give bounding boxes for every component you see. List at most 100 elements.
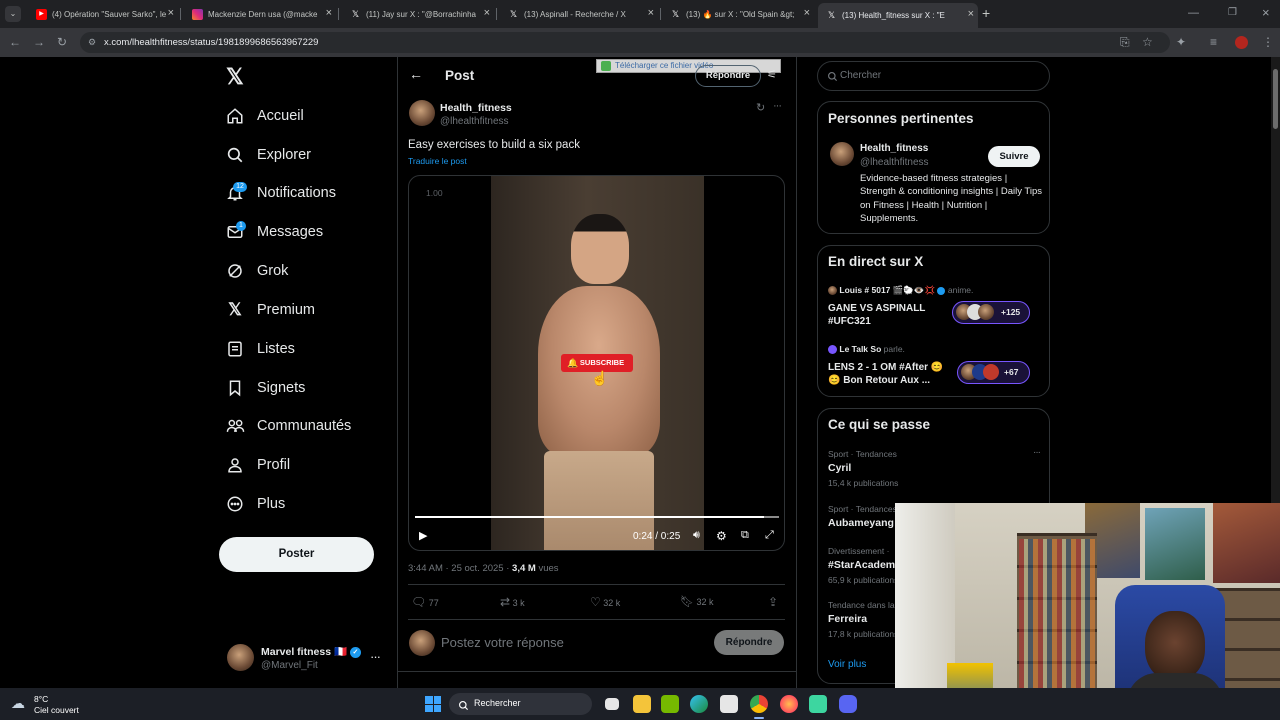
relevant-avatar[interactable] <box>830 142 854 166</box>
browser-tab-active[interactable]: 𝕏 (13) Health_fitness sur X : "E × <box>818 3 978 28</box>
search-icon <box>827 69 838 87</box>
settings-icon[interactable]: ⚙ <box>716 529 727 543</box>
browser-tab[interactable]: 𝕏 (13) Aspinall - Recherche / X × <box>500 4 658 24</box>
discord-icon[interactable] <box>839 695 857 713</box>
account-avatar[interactable] <box>227 644 254 671</box>
listener-avatar <box>978 304 994 320</box>
more-circle-icon <box>225 494 245 514</box>
address-bar[interactable]: ⚙ x.com/lhealthfitness/status/1981899686… <box>80 32 1170 53</box>
firefox-icon[interactable] <box>780 695 798 713</box>
windows-start-icon[interactable] <box>425 696 441 712</box>
relevant-name[interactable]: Health_fitness <box>860 143 928 154</box>
x-icon: 𝕏 <box>509 8 518 19</box>
browser-menu-icon[interactable]: ⋮ <box>1262 35 1274 49</box>
active-app-indicator <box>754 717 764 719</box>
close-tab-icon[interactable]: × <box>484 8 490 19</box>
task-view-icon[interactable] <box>605 698 619 710</box>
browser-tab-strip: ⌄ ▶ (4) Opération "Sauver Sarko", le × M… <box>0 0 1280 28</box>
close-window-icon[interactable]: × <box>1262 5 1270 20</box>
reply-input[interactable]: Postez votre réponse <box>441 635 564 650</box>
translate-post-link[interactable]: Traduire le post <box>408 156 467 166</box>
video-download-icon <box>601 61 611 71</box>
browser-tab[interactable]: ▶ (4) Opération "Sauver Sarko", le × <box>28 4 178 24</box>
video-progress-fill <box>415 516 765 518</box>
weather-temp[interactable]: 8°C <box>34 694 48 704</box>
forward-arrow-icon[interactable]: → <box>33 35 45 49</box>
sidebar-item-grok[interactable]: Grok <box>225 257 288 285</box>
file-explorer-icon[interactable] <box>633 695 651 713</box>
post-button[interactable]: Poster <box>219 537 374 572</box>
restore-window-icon[interactable]: ❐ <box>1228 7 1237 18</box>
account-menu-icon[interactable]: ··· <box>370 649 381 664</box>
grok-explain-icon[interactable]: ↻ <box>756 101 765 114</box>
reply-action[interactable]: 🗨︎ 77 <box>411 595 439 609</box>
taskbar-search[interactable]: Rechercher <box>449 693 592 715</box>
x-logo-icon[interactable]: 𝕏 <box>226 65 244 89</box>
profile-avatar-icon[interactable] <box>1235 36 1248 49</box>
site-info-icon[interactable]: ⚙ <box>88 32 96 53</box>
search-box[interactable]: Chercher <box>817 61 1050 91</box>
sidebar-item-bookmarks[interactable]: Signets <box>225 374 305 402</box>
bookmark-star-icon[interactable]: ☆ <box>1142 35 1153 49</box>
trend-more-icon[interactable]: ··· <box>1033 447 1041 458</box>
weather-desc[interactable]: Ciel couvert <box>34 705 79 715</box>
sidebar-item-home[interactable]: Accueil <box>225 102 304 130</box>
video-player[interactable]: 1.00 🔔 SUBSCRIBE ☝ ▶ 0:24 / 0:25 🔊︎ ⚙ ⧉ … <box>408 175 785 551</box>
install-app-icon[interactable]: ⎘ <box>1120 35 1130 49</box>
live-item[interactable]: Louis # 5017 🎬🐑👁️💢 anime. GANE VS ASPINA… <box>828 285 1040 335</box>
close-tab-icon[interactable]: × <box>326 8 332 19</box>
tab-search-button[interactable]: ⌄ <box>5 6 21 22</box>
extensions-icon[interactable]: ✦ <box>1176 35 1186 49</box>
back-arrow-icon[interactable]: ← <box>409 66 423 82</box>
sidebar-item-lists[interactable]: Listes <box>225 335 295 363</box>
tune-icon[interactable]: ⚟ <box>767 68 777 81</box>
sidebar-item-explore[interactable]: Explorer <box>225 141 311 169</box>
account-name[interactable]: Marvel fitness 🇫🇷 ✓ <box>261 645 361 658</box>
weather-icon[interactable]: ☁ <box>11 695 25 712</box>
trend-item[interactable]: Sport · Tendances Cyril 15,4 k publicati… <box>828 447 1041 488</box>
reply-submit-button[interactable]: Répondre <box>714 630 784 655</box>
close-tab-icon[interactable]: × <box>968 9 974 20</box>
picture-in-picture-icon[interactable]: ⧉ <box>741 529 749 542</box>
center-column-left-border <box>397 57 398 688</box>
fullscreen-icon[interactable]: ⤢ <box>765 529 774 542</box>
relevant-people-panel: Personnes pertinentes Health_fitness @lh… <box>817 101 1050 234</box>
chrome-icon[interactable] <box>750 695 768 713</box>
post-author-avatar[interactable] <box>409 100 435 126</box>
back-arrow-icon[interactable]: ← <box>9 35 21 49</box>
video-progress-track[interactable] <box>415 516 779 518</box>
store-icon[interactable] <box>720 695 738 713</box>
close-tab-icon[interactable]: × <box>168 8 174 19</box>
minimize-window-icon[interactable]: — <box>1188 7 1199 19</box>
post-more-icon[interactable]: ··· <box>773 100 782 112</box>
live-item[interactable]: Le Talk So parle. LENS 2 - 1 OM #After 😊… <box>828 344 1040 394</box>
page-scrollbar-thumb[interactable] <box>1273 69 1278 129</box>
browser-tab[interactable]: 𝕏 (11) Jay sur X : "@Borrachinha × <box>342 4 494 24</box>
nvidia-icon[interactable] <box>661 695 679 713</box>
reload-icon[interactable]: ↻ <box>57 35 67 49</box>
show-more-link[interactable]: Voir plus <box>828 659 866 670</box>
play-icon[interactable]: ▶ <box>419 529 427 542</box>
post-author-name[interactable]: Health_fitness <box>440 102 512 114</box>
post-author-handle[interactable]: @lhealthfitness <box>440 116 509 127</box>
browser-tab[interactable]: 𝕏 (13) 🔥 sur X : "Old Spain &gt; × <box>662 4 814 24</box>
streaming-app-icon[interactable] <box>809 695 827 713</box>
sidebar-item-more[interactable]: Plus <box>225 490 285 518</box>
sidebar-item-profile[interactable]: Profil <box>225 451 290 479</box>
browser-tab[interactable]: Mackenzie Dern usa (@macke × <box>184 4 336 24</box>
close-tab-icon[interactable]: × <box>804 8 810 19</box>
follow-button[interactable]: Suivre <box>988 146 1040 167</box>
header-reply-button[interactable]: Répondre <box>695 65 761 87</box>
volume-icon[interactable]: 🔊︎ <box>693 529 700 542</box>
share-icon[interactable]: ⇪ <box>768 595 778 609</box>
reading-list-icon[interactable]: ≡ <box>1210 35 1217 49</box>
bell-icon: 🔔 <box>567 358 579 368</box>
edge-icon[interactable] <box>690 695 708 713</box>
bookmark-action[interactable]: 🔖︎ 32 k <box>680 595 714 608</box>
sidebar-item-communities[interactable]: Communautés <box>225 412 351 440</box>
like-action[interactable]: ♡ 32 k <box>590 595 620 609</box>
sidebar-item-premium[interactable]: 𝕏 Premium <box>225 296 315 324</box>
close-tab-icon[interactable]: × <box>648 8 654 19</box>
repost-action[interactable]: ⇄ 3 k <box>500 595 525 609</box>
new-tab-button[interactable]: + <box>982 6 990 20</box>
